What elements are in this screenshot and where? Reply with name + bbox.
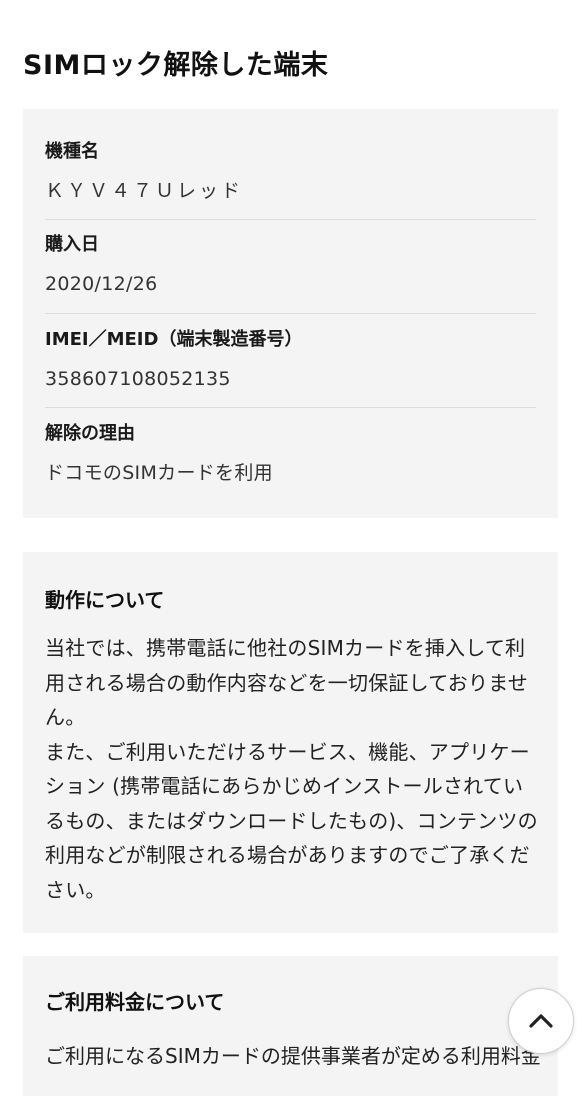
model-value: ＫＹＶ４７Ｕレッド xyxy=(45,180,244,202)
imei-field: IMEI／MEID（端末製造番号） 358607108052135 xyxy=(45,327,536,393)
fees-body: ご利用になるSIMカードの提供事業者が定める利用料金がかかります。 xyxy=(45,1044,540,1068)
page-title: SIMロック解除した端末 xyxy=(23,50,329,81)
imei-label: IMEI／MEID（端末製造番号） xyxy=(45,329,303,350)
reason-label: 解除の理由 xyxy=(45,423,135,444)
divider xyxy=(45,313,536,314)
reason-field: 解除の理由 ドコモのSIMカードを利用 xyxy=(45,421,536,487)
fees-card: ご利用料金について ご利用になるSIMカードの提供事業者が定める利用料金がかかり… xyxy=(23,956,558,1096)
fees-heading: ご利用料金について xyxy=(45,990,225,1014)
operation-heading: 動作について xyxy=(45,588,165,612)
imei-value: 358607108052135 xyxy=(45,368,231,390)
purchase-date-label: 購入日 xyxy=(45,234,99,255)
model-label: 機種名 xyxy=(45,141,99,162)
divider xyxy=(45,407,536,408)
model-field: 機種名 ＫＹＶ４７Ｕレッド xyxy=(45,139,536,205)
operation-paragraph: また、ご利用いただけるサービス、機能、アプリケーション (携帯電話にあらかじめイ… xyxy=(45,739,538,902)
purchase-date-field: 購入日 2020/12/26 xyxy=(45,232,536,298)
divider xyxy=(45,219,536,220)
operation-notice-card: 動作について 当社では、携帯電話に他社のSIMカードを挿入して利用される場合の動… xyxy=(23,552,558,933)
operation-body: 当社では、携帯電話に他社のSIMカードを挿入して利用される場合の動作内容などを一… xyxy=(45,631,540,907)
scroll-to-top-button[interactable] xyxy=(508,988,574,1054)
chevron-up-icon xyxy=(528,1013,554,1029)
reason-value: ドコモのSIMカードを利用 xyxy=(45,462,273,484)
operation-paragraph: 当社では、携帯電話に他社のSIMカードを挿入して利用される場合の動作内容などを一… xyxy=(45,636,528,729)
purchase-date-value: 2020/12/26 xyxy=(45,273,158,295)
device-info-card: 機種名 ＫＹＶ４７Ｕレッド 購入日 2020/12/26 IMEI／MEID（端… xyxy=(23,109,558,518)
